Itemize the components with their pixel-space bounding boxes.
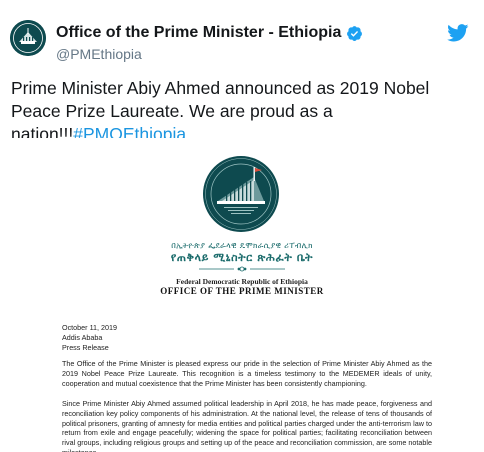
release-meta: October 11, 2019 Addis Ababa Press Relea…: [62, 323, 432, 352]
paragraph-2: Since Prime Minister Abiy Ahmed assumed …: [62, 399, 432, 452]
pmo-seal-icon: [10, 20, 46, 56]
avatar[interactable]: [10, 20, 46, 56]
ornament-divider: [199, 266, 285, 272]
handle[interactable]: @PMEthiopia: [56, 46, 142, 62]
display-name[interactable]: Office of the Prime Minister - Ethiopia: [56, 24, 341, 42]
republic-name: Federal Democratic Republic of Ethiopia: [176, 277, 308, 286]
office-name: OFFICE OF THE PRIME MINISTER: [160, 286, 324, 296]
release-place: Addis Ababa: [62, 332, 103, 342]
amharic-office-line: የጠቅላይ ሚኒስትር ጽሕፈት ቤት: [170, 251, 314, 264]
paragraph-1: The Office of the Prime Minister is plea…: [62, 359, 432, 388]
attached-image[interactable]: በኢትዮጵያ ፌደራላዊ ዴሞክራሲያዊ ሪፐብሊክ የጠቅላይ ሚኒስትር ጽ…: [0, 138, 484, 452]
pmo-seal-logo: [202, 155, 280, 233]
verified-badge-icon: [346, 25, 363, 42]
tweet-card: Office of the Prime Minister - Ethiopia …: [0, 0, 484, 452]
author-row: Office of the Prime Minister - Ethiopia: [56, 24, 363, 42]
tweet-text: Prime Minister Abiy Ahmed announced as 2…: [11, 77, 473, 146]
amharic-republic-line: በኢትዮጵያ ፌደራላዊ ዴሞክራሲያዊ ሪፐብሊክ: [171, 241, 313, 250]
release-date: October 11, 2019: [62, 323, 118, 332]
release-type: Press Release: [62, 342, 109, 352]
twitter-bird-icon[interactable]: [447, 24, 469, 42]
